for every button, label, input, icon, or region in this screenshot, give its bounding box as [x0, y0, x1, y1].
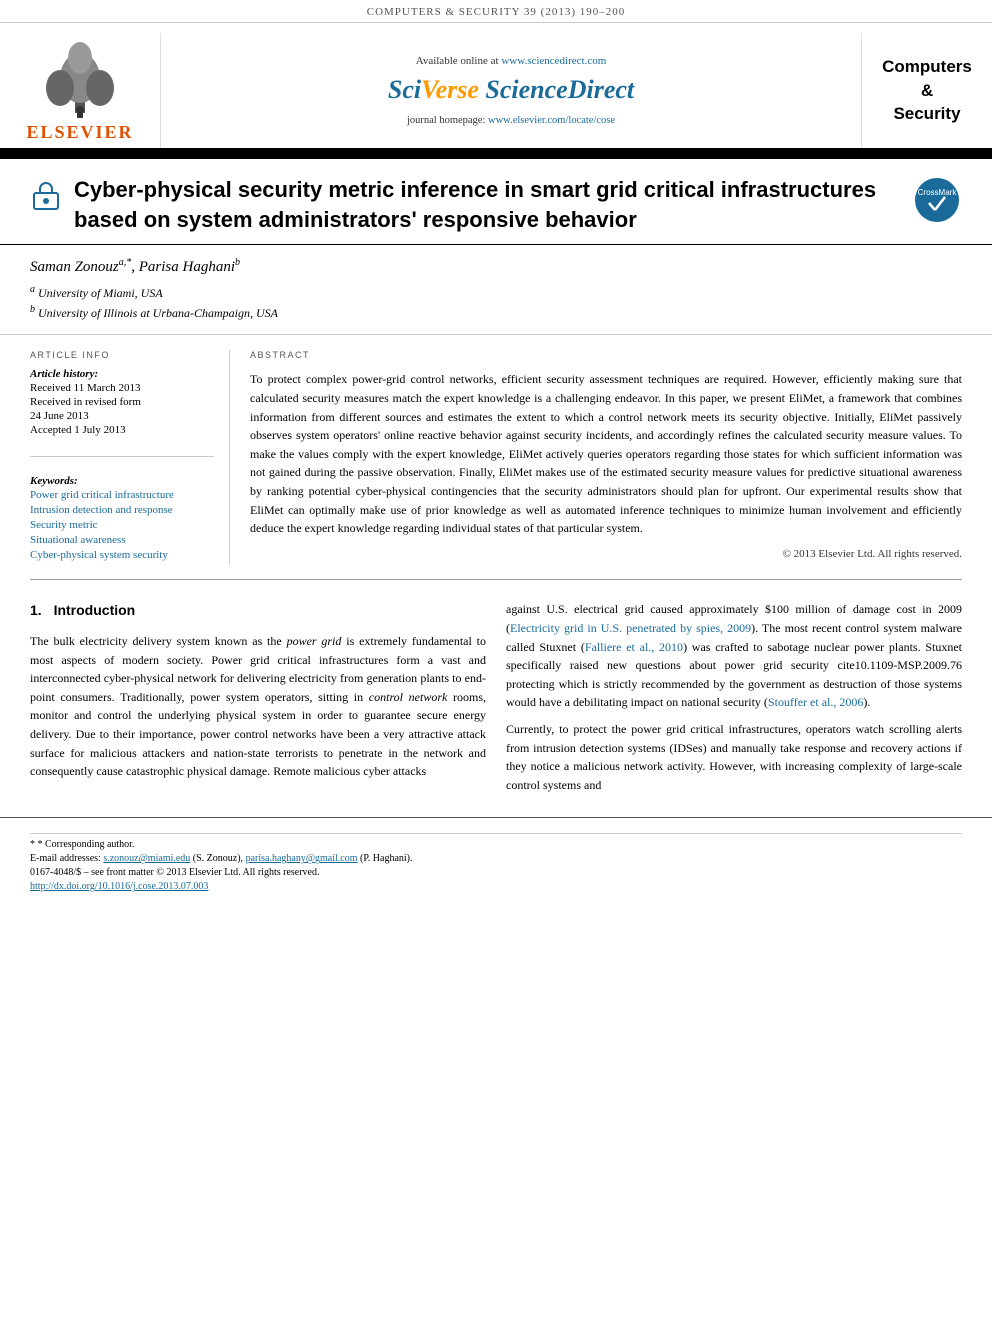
email-zonouz[interactable]: s.zonouz@miami.edu — [103, 853, 190, 864]
title-bar-divider — [0, 151, 992, 159]
received-date-1: Received 11 March 2013 — [30, 382, 214, 394]
journal-ref-text: COMPUTERS & SECURITY 39 (2013) 190–200 — [367, 6, 626, 18]
issn-line: 0167-4048/$ – see front matter © 2013 El… — [30, 867, 962, 878]
received-revised-label: Received in revised form — [30, 396, 214, 408]
intro-para-1: The bulk electricity delivery system kno… — [30, 632, 486, 781]
content-column-right: against U.S. electrical grid caused appr… — [506, 600, 962, 802]
article-info-title: ARTICLE INFO — [30, 350, 214, 360]
article-title-text: Cyber-physical security metric inference… — [74, 175, 897, 234]
abstract-text: To protect complex power-grid control ne… — [250, 370, 962, 537]
sciverse-logo: SciVerse ScienceDirect — [388, 75, 634, 105]
journal-homepage-line: journal homepage: www.elsevier.com/locat… — [407, 115, 615, 126]
keywords-label: Keywords: — [30, 475, 214, 487]
elsevier-wordmark: ELSEVIER — [26, 122, 133, 143]
author-parisa: Parisa Haghani — [139, 259, 235, 275]
intro-para-2: against U.S. electrical grid caused appr… — [506, 600, 962, 712]
content-column-left: 1. Introduction The bulk electricity del… — [30, 600, 486, 802]
doi-line: http://dx.doi.org/10.1016/j.cose.2013.07… — [30, 881, 962, 892]
article-history-label: Article history: — [30, 368, 214, 380]
elsevier-tree-icon — [35, 38, 125, 118]
elsevier-logo: ELSEVIER — [26, 38, 133, 143]
keyword-3: Security metric — [30, 519, 214, 531]
sciencedirect-section: Available online at www.sciencedirect.co… — [160, 33, 862, 148]
computers-security-title: Computers&Security — [882, 55, 972, 126]
article-title: Cyber-physical security metric inference… — [74, 175, 897, 234]
affiliation-a: a University of Miami, USA — [30, 284, 962, 301]
sciverse-url-link[interactable]: www.sciencedirect.com — [501, 55, 606, 67]
authors-line: Saman Zonouza,*, Parisa Haghanib — [30, 257, 962, 276]
affiliation-b: b University of Illinois at Urbana-Champ… — [30, 304, 962, 321]
lock-key-icon — [30, 179, 62, 211]
accepted-date: Accepted 1 July 2013 — [30, 424, 214, 436]
corresponding-author-note: * * Corresponding author. — [30, 839, 962, 850]
article-info-abstract: ARTICLE INFO Article history: Received 1… — [0, 335, 992, 579]
elsevier-logo-section: ELSEVIER — [0, 33, 160, 148]
article-title-section: Cyber-physical security metric inference… — [0, 159, 992, 245]
svg-text:CrossMark: CrossMark — [918, 188, 958, 197]
main-content: 1. Introduction The bulk electricity del… — [0, 580, 992, 812]
computers-security-section: Computers&Security — [862, 33, 992, 148]
received-revised-date: 24 June 2013 — [30, 410, 214, 422]
doi-link[interactable]: http://dx.doi.org/10.1016/j.cose.2013.07… — [30, 881, 208, 892]
copyright-line: © 2013 Elsevier Ltd. All rights reserved… — [250, 548, 962, 560]
keyword-1: Power grid critical infrastructure — [30, 489, 214, 501]
email-haghani[interactable]: parisa.haghany@gmail.com — [246, 853, 358, 864]
journal-reference: COMPUTERS & SECURITY 39 (2013) 190–200 — [0, 0, 992, 23]
intro-para-3: Currently, to protect the power grid cri… — [506, 720, 962, 794]
author-saman: Saman Zonouz — [30, 259, 119, 275]
page-header: ELSEVIER Available online at www.science… — [0, 23, 992, 151]
keywords-section: Keywords: Power grid critical infrastruc… — [30, 456, 214, 561]
footer-divider — [30, 833, 962, 834]
keyword-2: Intrusion detection and response — [30, 504, 214, 516]
introduction-heading: 1. Introduction — [30, 600, 486, 622]
email-line: E-mail addresses: s.zonouz@miami.edu (S.… — [30, 853, 962, 864]
crossmark-icon: CrossMark — [912, 175, 962, 225]
article-icon-wrapper — [30, 179, 62, 216]
abstract-title: ABSTRACT — [250, 350, 962, 360]
authors-section: Saman Zonouza,*, Parisa Haghanib a Unive… — [0, 245, 992, 335]
footer: * * Corresponding author. E-mail address… — [0, 817, 992, 903]
journal-homepage-link[interactable]: www.elsevier.com/locate/cose — [488, 115, 615, 126]
available-online-text: Available online at www.sciencedirect.co… — [416, 55, 607, 67]
crossmark-badge: CrossMark — [912, 175, 962, 225]
abstract-section: ABSTRACT To protect complex power-grid c… — [250, 350, 962, 564]
keyword-5: Cyber-physical system security — [30, 549, 214, 561]
article-info-column: ARTICLE INFO Article history: Received 1… — [30, 350, 230, 564]
keyword-4: Situational awareness — [30, 534, 214, 546]
